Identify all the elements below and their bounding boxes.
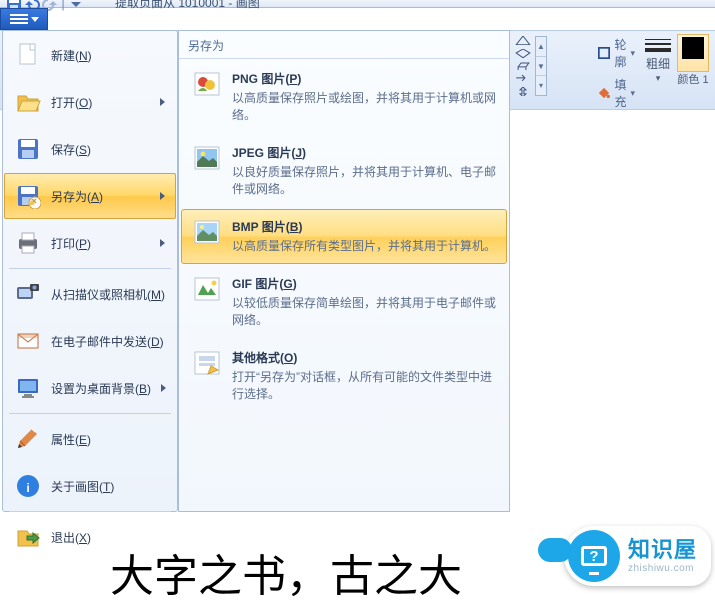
file-tab[interactable] [0,8,48,30]
watermark-text-en: zhishiwu.com [628,563,697,574]
saveas-option-gif[interactable]: GIF 图片(G) 以较低质量保存简单绘图，并将其用于电子邮件或网络。 [181,266,507,338]
menu-item-about[interactable]: i 关于画图(T) [4,463,176,509]
menu-item-open[interactable]: 打开(O) [4,79,176,125]
outline-icon [598,47,610,59]
option-description: 打开“另存为”对话框，从所有可能的文件类型中进行选择。 [232,369,496,403]
desktop-icon [15,375,41,401]
menu-item-new[interactable]: 新建(N) [4,32,176,78]
menu-separator [9,268,171,269]
menu-item-props[interactable]: 属性(E) [4,416,176,462]
menu-item-exit[interactable]: 退出(X) [4,514,176,560]
option-description: 以高质量保存照片或绘图，并将其用于计算机或网络。 [232,90,496,124]
menu-item-desktop[interactable]: 设置为桌面背景(B) [4,365,176,411]
menu-item-label: 关于画图(T) [51,478,167,495]
menu-item-label: 新建(N) [51,47,167,64]
submenu-arrow-icon [161,384,166,392]
menu-item-label: 设置为桌面背景(B) [51,380,151,397]
watermark-icon: ? [568,530,620,582]
file-menu: 新建(N) 打开(O) 保存(S) 另存为(A) 打印(P) 从扫描仪或照相机(… [2,30,178,512]
option-title: PNG 图片(P) [232,70,496,87]
color-swatch-icon [682,37,704,59]
option-description: 以较低质量保存简单绘图，并将其用于电子邮件或网络。 [232,295,496,329]
print-icon [15,230,41,256]
jpeg-format-icon [192,144,222,174]
option-description: 以高质量保存所有类型图片，并将其用于计算机。 [232,238,496,255]
option-title: BMP 图片(B) [232,218,496,235]
props-icon [15,426,41,452]
menu-item-scanner[interactable]: 从扫描仪或照相机(M) [4,271,176,317]
stroke-lines-icon [645,34,671,56]
title-bar: | 提取页面从 1010001 - 画图 [0,0,715,8]
menu-item-save[interactable]: 保存(S) [4,126,176,172]
qat-dropdown-icon[interactable] [68,0,84,12]
email-icon [15,328,41,354]
qat-separator: | [60,0,66,12]
scroll-more-icon[interactable]: ▾ [536,76,546,95]
chevron-down-icon [31,17,39,22]
stroke-label: 粗细 [646,57,670,71]
fill-icon [598,87,610,99]
menu-item-label: 属性(E) [51,431,167,448]
watermark-badge: ? 知识屋 zhishiwu.com [564,526,711,586]
menu-item-saveas[interactable]: 另存为(A) [4,173,176,219]
open-icon [15,89,41,115]
scroll-up-icon[interactable]: ▲ [536,37,546,57]
submenu-arrow-icon [160,192,165,200]
submenu-arrow-icon [160,98,165,106]
option-title: JPEG 图片(J) [232,144,496,161]
menu-item-label: 从扫描仪或照相机(M) [51,286,167,303]
saveas-option-jpeg[interactable]: JPEG 图片(J) 以良好质量保存照片，并将其用于计算机、电子邮件或网络。 [181,135,507,207]
submenu-arrow-icon [160,239,165,247]
about-icon: i [15,473,41,499]
menu-item-label: 另存为(A) [51,188,150,205]
saveas-icon [15,183,41,209]
option-description: 以良好质量保存照片，并将其用于计算机、电子邮件或网络。 [232,164,496,198]
menu-separator [9,413,171,414]
menu-item-label: 保存(S) [51,141,167,158]
saveas-option-png[interactable]: PNG 图片(P) 以高质量保存照片或绘图，并将其用于计算机或网络。 [181,61,507,133]
saveas-submenu: 另存为 PNG 图片(P) 以高质量保存照片或绘图，并将其用于计算机或网络。 J… [178,30,510,512]
shape-gallery-partial[interactable] [514,36,532,96]
menu-item-email[interactable]: 在电子邮件中发送(D) [4,318,176,364]
color1-label: 颜色 1 [677,74,708,87]
option-title: 其他格式(O) [232,349,496,366]
fill-button[interactable]: 填充 ▾ [594,74,639,112]
saveas-option-other[interactable]: 其他格式(O) 打开“另存为”对话框，从所有可能的文件类型中进行选择。 [181,340,507,412]
watermark-text-cn: 知识屋 [628,538,697,562]
menu-separator [9,511,171,512]
menu-item-label: 打开(O) [51,94,150,111]
scanner-icon [15,281,41,307]
other-format-icon [192,349,222,379]
submenu-title: 另存为 [179,31,509,59]
menu-item-label: 打印(P) [51,235,150,252]
option-title: GIF 图片(G) [232,275,496,292]
new-icon [15,42,41,68]
outline-button[interactable]: 轮廓 ▾ [594,34,639,72]
gif-format-icon [192,275,222,305]
color1-button[interactable] [677,34,709,72]
stroke-width-button[interactable]: 粗细▾ [645,34,671,85]
save-icon [15,136,41,162]
saveas-option-bmp[interactable]: BMP 图片(B) 以高质量保存所有类型图片，并将其用于计算机。 [181,209,507,264]
shape-outline-fill-group: 轮廓 ▾ 填充 ▾ [594,34,639,112]
fill-label: 填充 [614,76,626,110]
window-title: 提取页面从 1010001 - 画图 [115,0,260,11]
exit-icon [15,524,41,550]
menu-item-print[interactable]: 打印(P) [4,220,176,266]
menu-item-label: 退出(X) [51,529,167,546]
svg-text:i: i [26,481,29,495]
scroll-down-icon[interactable]: ▼ [536,57,546,77]
png-format-icon [192,70,222,100]
bmp-format-icon [192,218,222,248]
shape-gallery-scroll[interactable]: ▲ ▼ ▾ [535,36,547,96]
menu-item-label: 在电子邮件中发送(D) [51,333,167,350]
outline-label: 轮廓 [614,36,626,70]
